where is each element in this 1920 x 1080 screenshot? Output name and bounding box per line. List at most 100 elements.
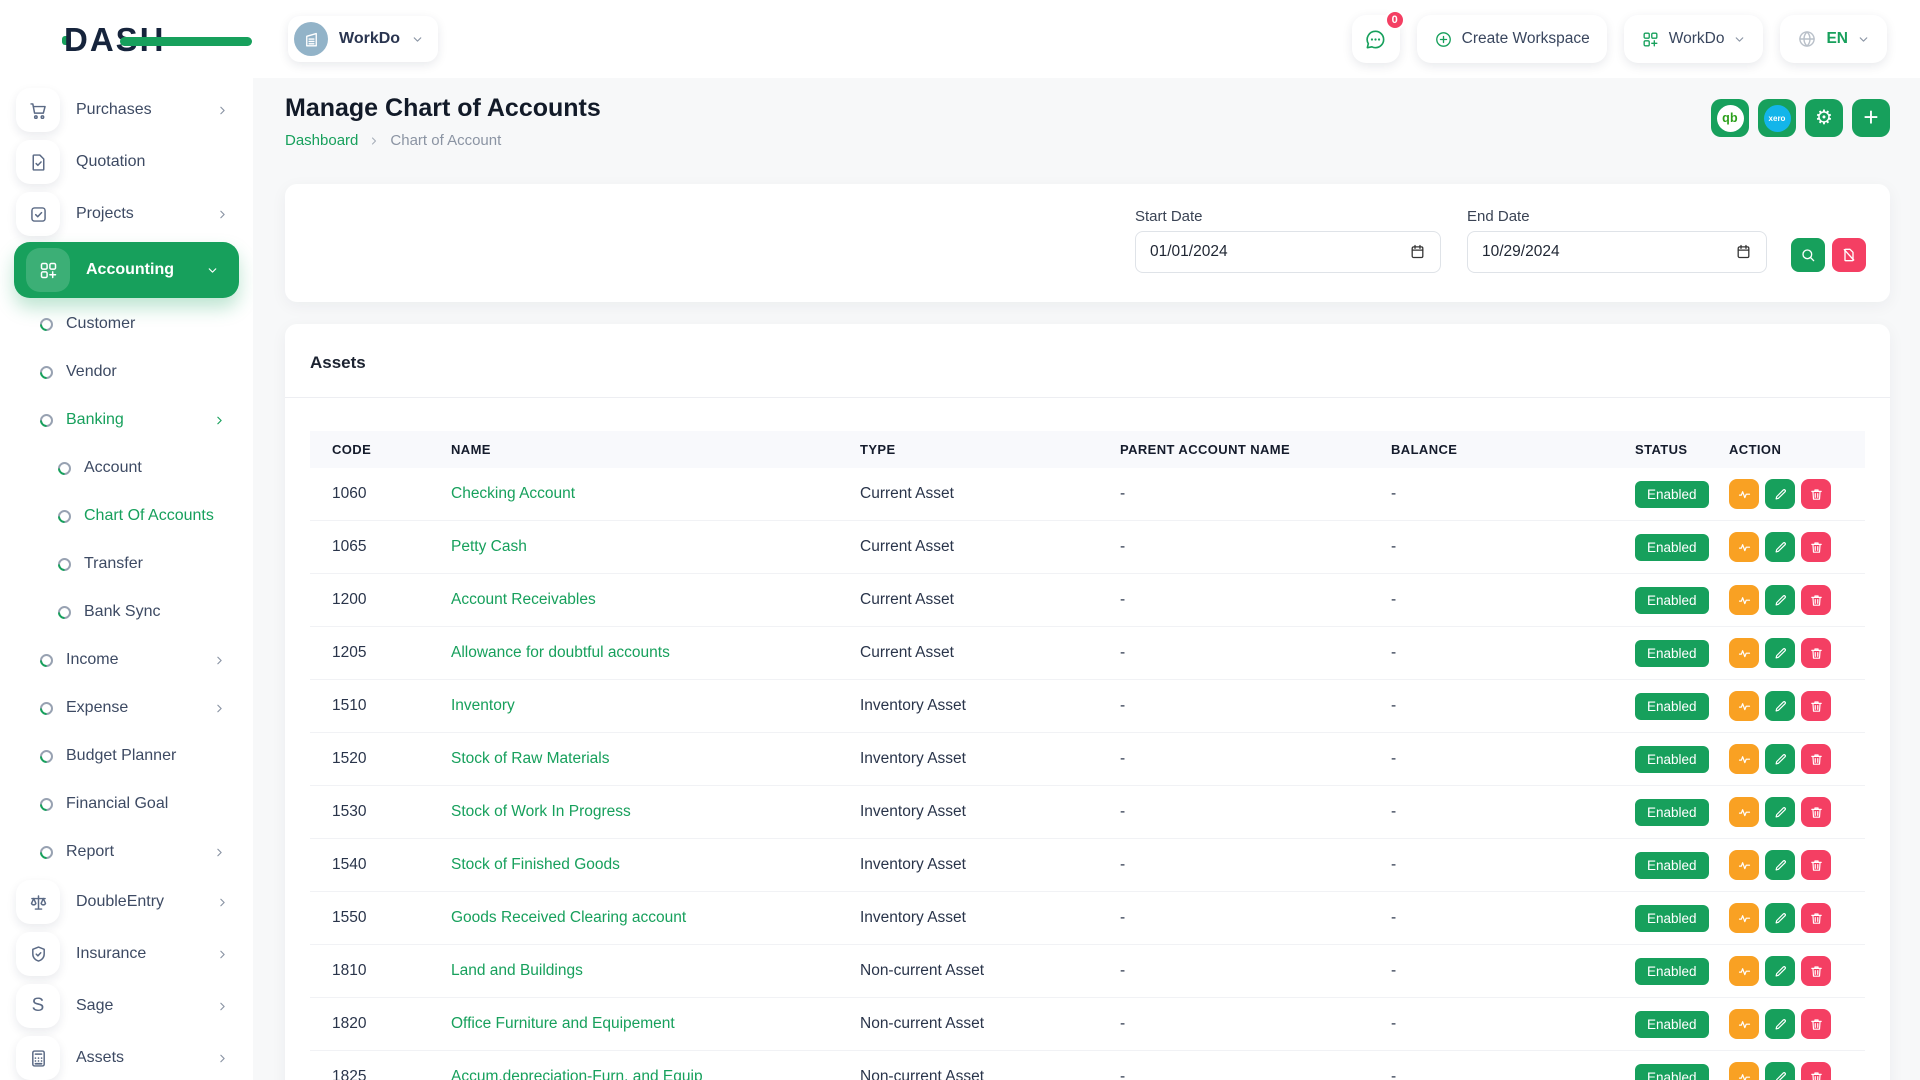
- edit-button[interactable]: [1765, 744, 1795, 774]
- activity-button[interactable]: [1729, 691, 1759, 721]
- edit-button[interactable]: [1765, 532, 1795, 562]
- sidebar-item-quotation[interactable]: Quotation: [0, 136, 253, 188]
- cell-type: Inventory Asset: [860, 909, 1120, 927]
- row-actions: [1729, 532, 1865, 562]
- cell-balance: -: [1391, 1068, 1635, 1080]
- sidebar-item-purchases[interactable]: Purchases: [0, 84, 253, 136]
- delete-button[interactable]: [1801, 797, 1831, 827]
- sidebar-item-label: Vendor: [66, 363, 117, 381]
- activity-button[interactable]: [1729, 1062, 1759, 1080]
- activity-button[interactable]: [1729, 479, 1759, 509]
- activity-button[interactable]: [1729, 850, 1759, 880]
- edit-button[interactable]: [1765, 638, 1795, 668]
- delete-button[interactable]: [1801, 691, 1831, 721]
- sidebar-item-transfer[interactable]: Transfer: [0, 540, 253, 588]
- account-name-link[interactable]: Inventory: [451, 697, 860, 715]
- edit-button[interactable]: [1765, 903, 1795, 933]
- status-badge: Enabled: [1635, 640, 1709, 667]
- delete-button[interactable]: [1801, 479, 1831, 509]
- cell-balance: -: [1391, 591, 1635, 609]
- apply-filter-button[interactable]: [1791, 238, 1825, 272]
- create-workspace-button[interactable]: Create Workspace: [1417, 15, 1607, 63]
- edit-button[interactable]: [1765, 797, 1795, 827]
- sidebar-item-budget-planner[interactable]: Budget Planner: [0, 732, 253, 780]
- account-name-link[interactable]: Accum.depreciation-Furn. and Equip: [451, 1068, 860, 1080]
- delete-button[interactable]: [1801, 850, 1831, 880]
- sidebar-item-insurance[interactable]: Insurance: [0, 928, 253, 980]
- edit-button[interactable]: [1765, 1009, 1795, 1039]
- section-title: Assets: [310, 324, 1865, 373]
- account-name-link[interactable]: Land and Buildings: [451, 962, 860, 980]
- activity-button[interactable]: [1729, 1009, 1759, 1039]
- activity-button[interactable]: [1729, 903, 1759, 933]
- quickbooks-button[interactable]: qb: [1711, 99, 1749, 137]
- account-name-link[interactable]: Stock of Finished Goods: [451, 856, 860, 874]
- bullet-icon: [37, 795, 55, 813]
- app-logo[interactable]: DASH: [64, 20, 166, 60]
- sidebar-item-projects[interactable]: Projects: [0, 188, 253, 240]
- chevron-right-icon: [216, 208, 229, 221]
- activity-button[interactable]: [1729, 744, 1759, 774]
- calculator-icon: [16, 1036, 60, 1080]
- cell-type: Inventory Asset: [860, 697, 1120, 715]
- sidebar-item-income[interactable]: Income: [0, 636, 253, 684]
- cell-parent: -: [1120, 856, 1391, 874]
- sidebar-item-assets[interactable]: Assets: [0, 1032, 253, 1080]
- activity-button[interactable]: [1729, 956, 1759, 986]
- workspace-selector[interactable]: WorkDo: [288, 16, 438, 62]
- delete-button[interactable]: [1801, 638, 1831, 668]
- start-date-input[interactable]: [1135, 231, 1441, 273]
- delete-button[interactable]: [1801, 585, 1831, 615]
- account-name-link[interactable]: Account Receivables: [451, 591, 860, 609]
- account-name-link[interactable]: Office Furniture and Equipement: [451, 1015, 860, 1033]
- account-name-link[interactable]: Goods Received Clearing account: [451, 909, 860, 927]
- breadcrumb-dashboard-link[interactable]: Dashboard: [285, 132, 358, 149]
- edit-button[interactable]: [1765, 850, 1795, 880]
- messages-button[interactable]: 0: [1352, 15, 1400, 63]
- edit-button[interactable]: [1765, 479, 1795, 509]
- sidebar-item-accounting[interactable]: Accounting: [14, 242, 239, 298]
- sidebar-item-bank-sync[interactable]: Bank Sync: [0, 588, 253, 636]
- language-selector[interactable]: EN: [1780, 15, 1887, 63]
- sidebar-item-account[interactable]: Account: [0, 444, 253, 492]
- activity-button[interactable]: [1729, 585, 1759, 615]
- sidebar-item-chart-of-accounts[interactable]: Chart Of Accounts: [0, 492, 253, 540]
- settings-button[interactable]: ⚙: [1805, 99, 1843, 137]
- activity-button[interactable]: [1729, 797, 1759, 827]
- sidebar-item-doubleentry[interactable]: DoubleEntry: [0, 876, 253, 928]
- add-account-button[interactable]: +: [1852, 99, 1890, 137]
- sidebar-item-financial-goal[interactable]: Financial Goal: [0, 780, 253, 828]
- sidebar-item-label: Insurance: [76, 945, 146, 963]
- edit-button[interactable]: [1765, 956, 1795, 986]
- account-name-link[interactable]: Allowance for doubtful accounts: [451, 644, 860, 662]
- sidebar-item-banking[interactable]: Banking: [0, 396, 253, 444]
- activity-icon: [1737, 1017, 1752, 1032]
- reset-filter-button[interactable]: [1832, 238, 1866, 272]
- delete-button[interactable]: [1801, 956, 1831, 986]
- delete-button[interactable]: [1801, 532, 1831, 562]
- xero-button[interactable]: xero: [1758, 99, 1796, 137]
- activity-button[interactable]: [1729, 532, 1759, 562]
- row-actions: [1729, 1009, 1865, 1039]
- delete-button[interactable]: [1801, 903, 1831, 933]
- delete-button[interactable]: [1801, 1062, 1831, 1080]
- delete-button[interactable]: [1801, 1009, 1831, 1039]
- cell-type: Current Asset: [860, 538, 1120, 556]
- workdo-menu-button[interactable]: WorkDo: [1624, 15, 1764, 63]
- sidebar-item-report[interactable]: Report: [0, 828, 253, 876]
- sidebar-item-expense[interactable]: Expense: [0, 684, 253, 732]
- account-name-link[interactable]: Stock of Raw Materials: [451, 750, 860, 768]
- sidebar-item-sage[interactable]: SSage: [0, 980, 253, 1032]
- account-name-link[interactable]: Stock of Work In Progress: [451, 803, 860, 821]
- sidebar-item-vendor[interactable]: Vendor: [0, 348, 253, 396]
- edit-button[interactable]: [1765, 585, 1795, 615]
- edit-button[interactable]: [1765, 1062, 1795, 1080]
- account-name-link[interactable]: Checking Account: [451, 485, 860, 503]
- end-date-input[interactable]: [1467, 231, 1767, 273]
- edit-button[interactable]: [1765, 691, 1795, 721]
- bullet-icon: [55, 603, 73, 621]
- delete-button[interactable]: [1801, 744, 1831, 774]
- account-name-link[interactable]: Petty Cash: [451, 538, 860, 556]
- activity-button[interactable]: [1729, 638, 1759, 668]
- sidebar-item-customer[interactable]: Customer: [0, 300, 253, 348]
